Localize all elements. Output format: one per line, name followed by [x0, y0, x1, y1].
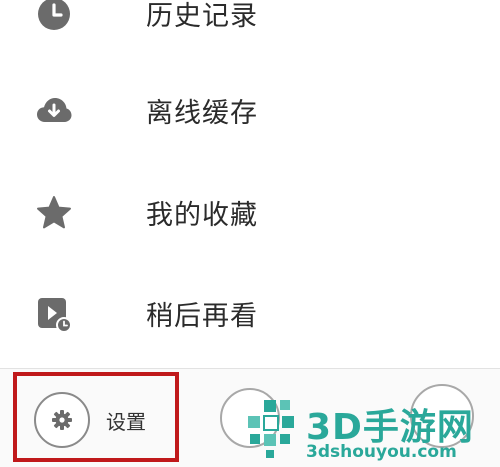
settings-highlight-box: [13, 372, 179, 462]
cloud-download-icon: [37, 98, 72, 122]
side-menu: 历史记录 离线缓存 我的收藏 稍后再看: [0, 0, 500, 368]
watermark: 3D手游网 3dshouyou.com: [246, 398, 500, 464]
star-icon: [37, 196, 71, 229]
menu-item-label: 离线缓存: [146, 98, 258, 129]
watermark-logo-icon: [248, 400, 294, 458]
menu-item-label: 我的收藏: [146, 200, 258, 231]
menu-item-label: 稍后再看: [146, 301, 258, 332]
menu-item-history[interactable]: 历史记录: [0, 0, 500, 48]
watermark-url: 3dshouyou.com: [306, 442, 457, 462]
menu-item-offline-cache[interactable]: 离线缓存: [0, 75, 500, 145]
menu-item-watch-later[interactable]: 稍后再看: [0, 278, 500, 348]
menu-item-label: 历史记录: [146, 1, 258, 32]
history-clock-icon: [38, 0, 70, 30]
watch-later-icon: [38, 298, 72, 332]
menu-item-favorites[interactable]: 我的收藏: [0, 177, 500, 247]
